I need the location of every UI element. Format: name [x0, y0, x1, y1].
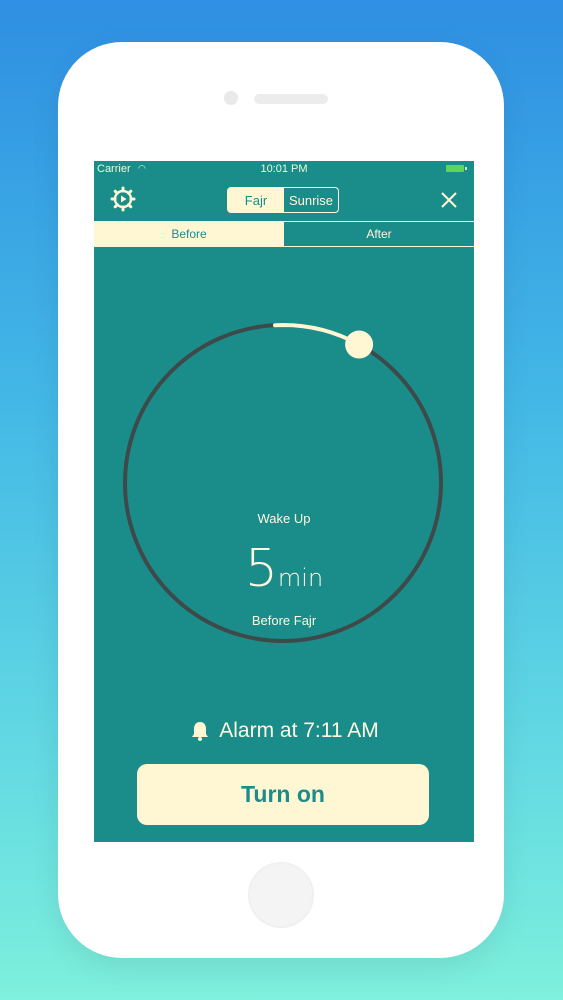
minutes-value: 5 [244, 539, 278, 599]
nav-bar: Fajr Sunrise [94, 179, 474, 219]
segment-fajr[interactable]: Fajr [228, 188, 284, 212]
tab-before[interactable]: Before [94, 222, 284, 246]
status-time: 10:01 PM [260, 163, 308, 175]
segment-sunrise[interactable]: Sunrise [284, 188, 338, 212]
battery-icon [446, 165, 464, 172]
alarm-text: Alarm at 7:11 AM [219, 719, 379, 742]
bell-icon [192, 722, 209, 741]
status-bar: Carrier ◠ 10:01 PM [94, 161, 474, 179]
close-icon[interactable] [438, 189, 460, 211]
gear-icon[interactable] [110, 186, 136, 212]
front-camera [224, 91, 238, 105]
dial-subtitle: Before Fajr [251, 613, 317, 628]
turn-on-button[interactable]: Turn on [137, 764, 429, 825]
minute-dial: Wake Up 5min Before Fajr [94, 247, 474, 677]
dial-handle[interactable] [345, 330, 374, 359]
minutes-unit: min [277, 564, 324, 592]
dial-value: 5min [94, 539, 474, 599]
home-button[interactable] [248, 862, 314, 928]
tab-after[interactable]: After [284, 222, 474, 246]
prayer-segmented-control: Fajr Sunrise [227, 187, 339, 213]
battery-cap [465, 167, 467, 170]
app-screen: Carrier ◠ 10:01 PM Fajr Sunrise Before A… [94, 161, 474, 842]
earpiece-speaker [254, 94, 328, 104]
dial-title: Wake Up [257, 511, 311, 526]
alarm-time-label: Alarm at 7:11 AM [94, 719, 474, 743]
before-after-tabs: Before After [94, 221, 474, 247]
